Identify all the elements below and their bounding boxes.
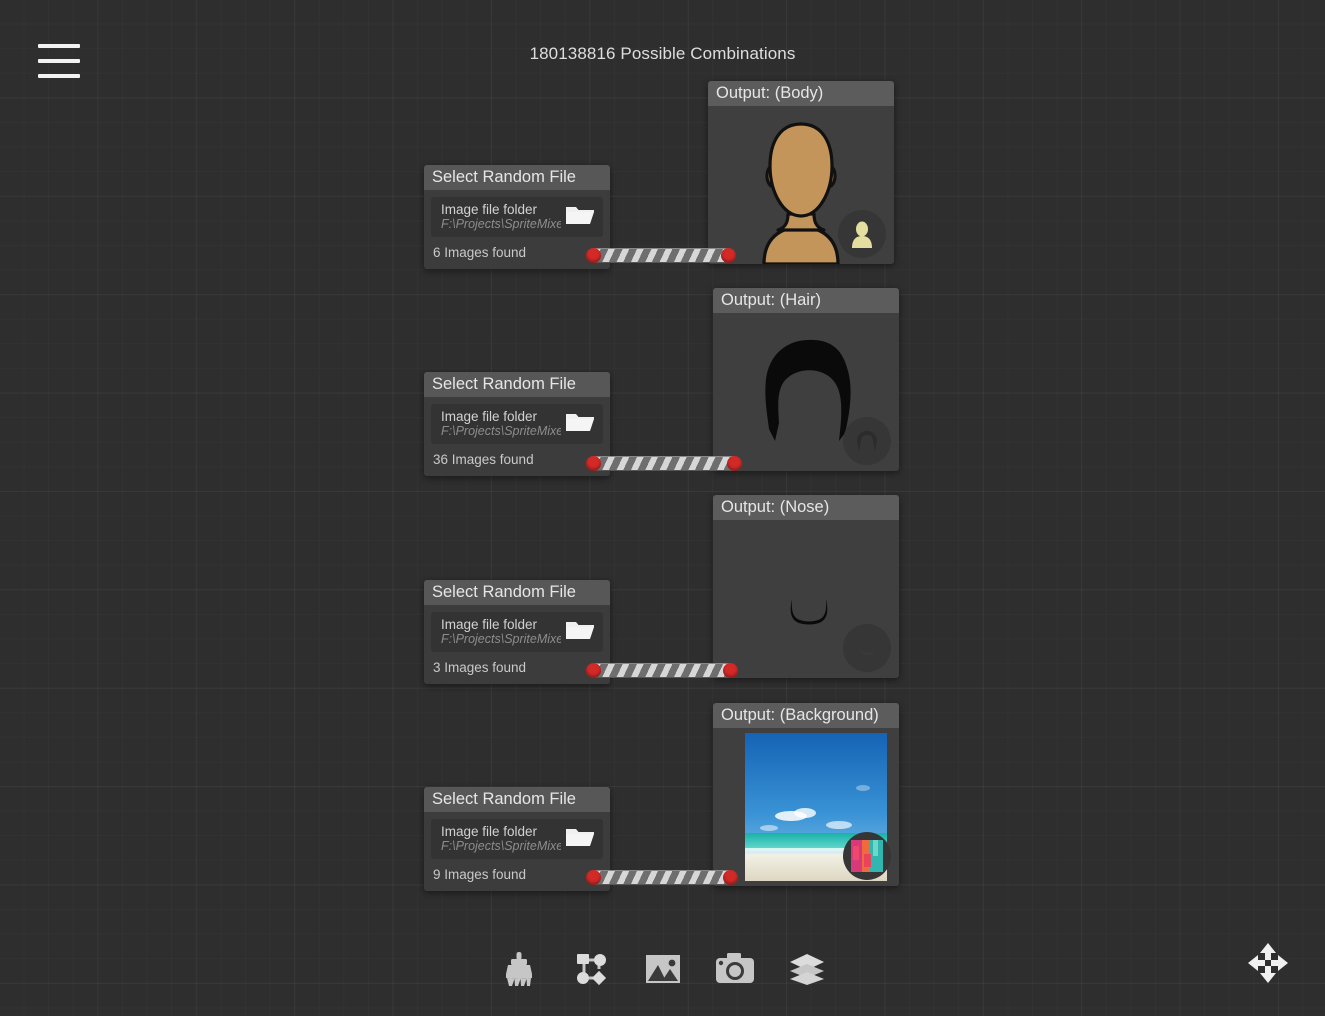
node-body: Image file folder F:\Projects\SpriteMixe… xyxy=(424,812,610,891)
paintbrush-glyph xyxy=(505,952,532,986)
hair-thumbnail[interactable] xyxy=(843,417,891,465)
field-texts: Image file folder F:\Projects\SpriteMixe xyxy=(441,202,561,232)
person-thumbnail-icon xyxy=(852,221,872,248)
node-body: Image file folder F:\Projects\SpriteMixe… xyxy=(424,190,610,269)
folder-glyph xyxy=(566,206,594,224)
preview-beach-photo[interactable] xyxy=(713,728,899,886)
field-value: F:\Projects\SpriteMixe xyxy=(441,217,561,231)
cable-wire xyxy=(594,663,730,678)
folder-glyph xyxy=(566,828,594,846)
node-title: Select Random File xyxy=(424,580,610,605)
hair-thumbnail-icon xyxy=(857,431,877,451)
cable-plug-output[interactable] xyxy=(586,456,601,471)
images-found-label: 36 Images found xyxy=(433,452,534,467)
field-label: Image file folder xyxy=(441,824,538,839)
images-found-label: 3 Images found xyxy=(433,660,527,675)
cable-wire xyxy=(594,870,730,885)
folder-icon[interactable] xyxy=(565,203,595,232)
image-folder-field[interactable]: Image file folder F:\Projects\SpriteMixe xyxy=(431,197,603,237)
camera-icon[interactable] xyxy=(712,946,758,992)
node-title: Select Random File xyxy=(424,165,610,190)
menu-bar-1 xyxy=(38,44,80,48)
connection-cable-nose[interactable] xyxy=(586,663,738,678)
field-label: Image file folder xyxy=(441,409,538,424)
abstract-thumbnail-icon xyxy=(851,840,883,872)
cable-plug-output[interactable] xyxy=(586,663,601,678)
output-node-background[interactable]: Output: (Background) xyxy=(713,703,899,886)
move-arrows-glyph xyxy=(1248,943,1288,983)
cable-plug-input[interactable] xyxy=(721,248,736,263)
image-folder-field[interactable]: Image file folder F:\Projects\SpriteMixe xyxy=(431,612,603,652)
node-graph-glyph xyxy=(576,954,606,986)
cable-wire xyxy=(594,456,734,471)
node-title: Select Random File xyxy=(424,787,610,812)
node-editor-canvas[interactable]: 180138816 Possible Combinations Output: … xyxy=(0,0,1325,1016)
select-random-file-node-body[interactable]: Select Random File Image file folder F:\… xyxy=(424,165,610,269)
cable-plug-output[interactable] xyxy=(586,248,601,263)
cable-plug-input[interactable] xyxy=(723,663,738,678)
cable-wire xyxy=(594,248,728,263)
node-title: Output: (Nose) xyxy=(713,495,899,520)
field-texts: Image file folder F:\Projects\SpriteMixe xyxy=(441,409,561,439)
combinations-title: 180138816 Possible Combinations xyxy=(529,44,796,63)
folder-icon[interactable] xyxy=(565,410,595,439)
field-texts: Image file folder F:\Projects\SpriteMixe xyxy=(441,824,561,854)
cable-plug-output[interactable] xyxy=(586,870,601,885)
select-random-file-node-nose[interactable]: Select Random File Image file folder F:\… xyxy=(424,580,610,684)
menu-bar-3 xyxy=(38,74,80,78)
abstract-thumbnail[interactable] xyxy=(843,832,891,880)
field-texts: Image file folder F:\Projects\SpriteMixe xyxy=(441,617,561,647)
connection-cable-background[interactable] xyxy=(586,870,738,885)
output-node-nose[interactable]: Output: (Nose) xyxy=(713,495,899,678)
node-body: Image file folder F:\Projects\SpriteMixe… xyxy=(424,605,610,684)
paintbrush-icon[interactable] xyxy=(496,946,542,992)
node-title: Select Random File xyxy=(424,372,610,397)
nose-thumbnail-icon xyxy=(859,645,875,655)
node-body: Image file folder F:\Projects\SpriteMixe… xyxy=(424,397,610,476)
image-glyph xyxy=(645,955,680,983)
connection-cable-hair[interactable] xyxy=(586,456,742,471)
field-label: Image file folder xyxy=(441,617,538,632)
person-thumbnail[interactable] xyxy=(838,210,886,258)
folder-glyph xyxy=(566,413,594,431)
folder-icon[interactable] xyxy=(565,825,595,854)
select-random-file-node-background[interactable]: Select Random File Image file folder F:\… xyxy=(424,787,610,891)
image-folder-field[interactable]: Image file folder F:\Projects\SpriteMixe xyxy=(431,404,603,444)
image-icon[interactable] xyxy=(640,946,686,992)
output-node-hair[interactable]: Output: (Hair) xyxy=(713,288,899,471)
hamburger-menu-icon[interactable] xyxy=(38,44,80,78)
node-graph-icon[interactable] xyxy=(568,946,614,992)
output-node-body[interactable]: Output: (Body) xyxy=(708,81,894,264)
cable-plug-input[interactable] xyxy=(727,456,742,471)
move-arrows-icon[interactable] xyxy=(1245,940,1291,986)
menu-bar-2 xyxy=(38,59,80,63)
preview-hair-shape[interactable] xyxy=(713,313,899,471)
images-found-label: 6 Images found xyxy=(433,245,527,260)
camera-glyph xyxy=(715,953,754,983)
field-value: F:\Projects\SpriteMixe xyxy=(441,424,561,438)
select-random-file-node-hair[interactable]: Select Random File Image file folder F:\… xyxy=(424,372,610,476)
preview-nose-shape[interactable] xyxy=(713,520,899,678)
node-title: Output: (Background) xyxy=(713,703,899,728)
layers-icon[interactable] xyxy=(784,946,830,992)
images-found-label: 9 Images found xyxy=(433,867,527,882)
node-title: Output: (Hair) xyxy=(713,288,899,313)
connection-cable-body[interactable] xyxy=(586,248,736,263)
field-label: Image file folder xyxy=(441,202,538,217)
folder-icon[interactable] xyxy=(565,618,595,647)
field-value: F:\Projects\SpriteMixe xyxy=(441,839,561,853)
cable-plug-input[interactable] xyxy=(723,870,738,885)
bottom-toolbar xyxy=(0,946,1325,992)
layers-glyph xyxy=(789,954,824,985)
image-folder-field[interactable]: Image file folder F:\Projects\SpriteMixe xyxy=(431,819,603,859)
preview-body-silhouette[interactable] xyxy=(708,106,894,264)
nose-thumbnail[interactable] xyxy=(843,624,891,672)
folder-glyph xyxy=(566,621,594,639)
node-title: Output: (Body) xyxy=(708,81,894,106)
field-value: F:\Projects\SpriteMixe xyxy=(441,632,561,646)
